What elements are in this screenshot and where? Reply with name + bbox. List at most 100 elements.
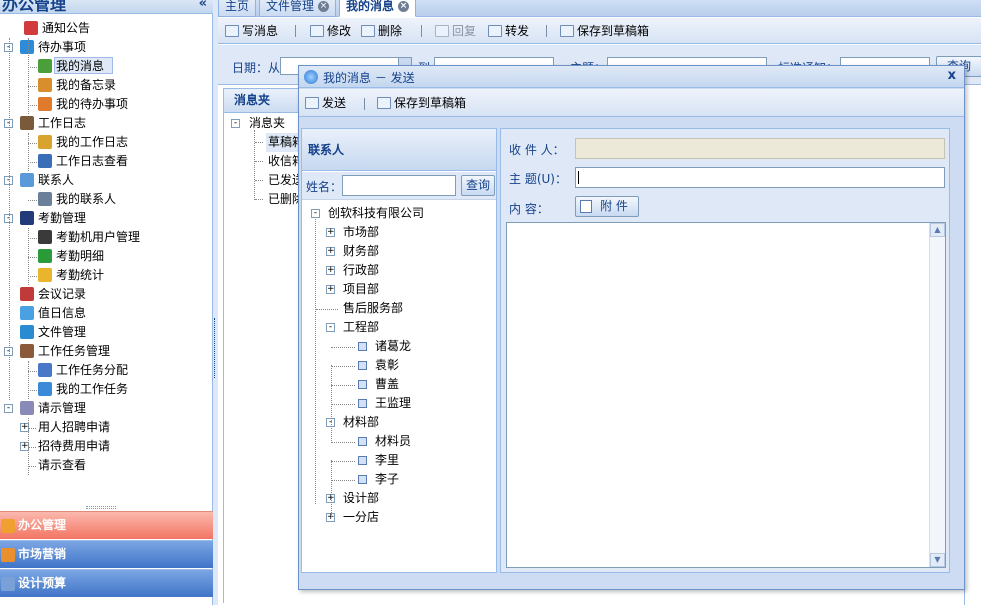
org-dept-item[interactable]: 一分店 <box>343 508 379 527</box>
splitter-grip[interactable] <box>214 318 217 378</box>
nav-tree-item[interactable]: 考勤统计 <box>56 266 104 285</box>
org-person-item[interactable]: 李子 <box>358 470 399 489</box>
expand-toggle[interactable]: - <box>311 209 320 218</box>
attach-button[interactable]: 附 件 <box>575 196 639 217</box>
expand-toggle[interactable]: + <box>326 285 335 294</box>
assign-icon <box>38 363 52 377</box>
person-checkbox[interactable] <box>358 399 367 408</box>
dialog-save-draft-button[interactable]: 保存到草稿箱 <box>377 94 466 112</box>
nav-tree-item[interactable]: 考勤机用户管理 <box>56 228 140 247</box>
person-checkbox[interactable] <box>358 456 367 465</box>
delete-button[interactable]: 删除 <box>361 22 402 40</box>
tree-line <box>28 257 37 258</box>
close-icon[interactable]: x <box>948 68 956 83</box>
expand-toggle[interactable]: + <box>326 247 335 256</box>
nav-tree-item[interactable]: 我的消息 <box>56 57 104 76</box>
org-person-item[interactable]: 材料员 <box>358 432 411 451</box>
nav-tree-item[interactable]: 我的工作日志 <box>56 133 128 152</box>
org-person-item[interactable]: 李里 <box>358 451 399 470</box>
nav-tree-item[interactable]: 招待费用申请 <box>38 437 110 456</box>
expand-toggle[interactable]: + <box>326 266 335 275</box>
org-dept-item[interactable]: 财务部 <box>343 242 379 261</box>
tab-file-management[interactable]: 文件管理 × <box>259 0 337 17</box>
scroll-up-icon[interactable]: ▲ <box>930 223 945 237</box>
person-checkbox[interactable] <box>358 475 367 484</box>
send-button[interactable]: 发送 <box>305 94 346 112</box>
accordion-marketing[interactable]: 市场营销 <box>0 540 213 568</box>
org-person-item[interactable]: 袁彰 <box>358 356 399 375</box>
org-dept-item[interactable]: 市场部 <box>343 223 379 242</box>
content-editor[interactable]: ▲ ▼ <box>506 222 946 568</box>
org-person-label: 袁彰 <box>375 358 400 372</box>
org-dept-item[interactable]: 设计部 <box>343 489 379 508</box>
close-icon[interactable]: × <box>318 1 330 12</box>
expand-toggle[interactable]: + <box>326 228 335 237</box>
resize-grip[interactable] <box>86 506 116 509</box>
recipient-field[interactable] <box>575 138 945 159</box>
attendance-icon <box>20 211 34 225</box>
scroll-down-icon[interactable]: ▼ <box>930 553 945 567</box>
org-person-item[interactable]: 王监理 <box>358 394 411 413</box>
nav-tree-item[interactable]: 工作日志 <box>38 114 86 133</box>
org-dept-item[interactable]: 行政部 <box>343 261 379 280</box>
subject-input[interactable] <box>575 167 945 188</box>
expand-toggle[interactable]: - <box>4 404 13 413</box>
org-dept-item[interactable]: 工程部 <box>343 318 379 337</box>
save-draft-button[interactable]: 保存到草稿箱 <box>560 22 649 40</box>
nav-tree-item[interactable]: 工作日志查看 <box>56 152 128 171</box>
org-dept-item[interactable]: 材料部 <box>343 413 379 432</box>
tab-my-messages[interactable]: 我的消息 × <box>339 0 417 17</box>
nav-tree-item[interactable]: 工作任务分配 <box>56 361 128 380</box>
forward-button[interactable]: 转发 <box>488 22 529 40</box>
tree-line <box>28 133 29 171</box>
accordion-design-budget[interactable]: 设计预算 <box>0 569 213 597</box>
person-checkbox[interactable] <box>358 361 367 370</box>
org-dept-item[interactable]: 售后服务部 <box>343 299 403 318</box>
org-person-item[interactable]: 曹盖 <box>358 375 399 394</box>
tab-home[interactable]: 主页 <box>218 0 257 17</box>
nav-tree-item[interactable]: 联系人 <box>38 171 74 190</box>
nav-tree-item[interactable]: 用人招聘申请 <box>38 418 110 437</box>
tree-line <box>331 461 355 462</box>
org-person-label: 李里 <box>375 453 400 467</box>
org-dept-item[interactable]: 项目部 <box>343 280 379 299</box>
collapse-toggle[interactable]: - <box>231 119 240 128</box>
nav-tree-item[interactable]: 我的待办事项 <box>56 95 128 114</box>
nav-tree-item[interactable]: 值日信息 <box>38 304 86 323</box>
person-checkbox[interactable] <box>358 342 367 351</box>
org-person-item[interactable]: 诸葛龙 <box>358 337 411 356</box>
nav-tree-item[interactable]: 工作任务管理 <box>38 342 110 361</box>
nav-tree-item[interactable]: 请示查看 <box>38 456 86 475</box>
org-tree-root[interactable]: 创软科技有限公司 <box>328 204 424 223</box>
expand-toggle[interactable]: - <box>326 323 335 332</box>
nav-tree-item[interactable]: 我的联系人 <box>56 190 116 209</box>
collapse-icon[interactable]: « <box>199 0 207 11</box>
dialog-toolbar: 发送 保存到草稿箱 <box>299 89 964 117</box>
tree-line <box>255 142 263 143</box>
edit-button[interactable]: 修改 <box>310 22 351 40</box>
tree-line <box>28 228 29 285</box>
write-message-button[interactable]: 写消息 <box>225 22 278 40</box>
editor-scrollbar[interactable]: ▲ ▼ <box>929 223 945 567</box>
save-icon <box>377 97 391 109</box>
close-icon[interactable]: × <box>398 1 410 12</box>
name-search-input[interactable] <box>342 175 456 196</box>
nav-tree-item[interactable]: 会议记录 <box>38 285 86 304</box>
nav-tree-item[interactable]: 考勤管理 <box>38 209 86 228</box>
tree-line <box>28 371 37 372</box>
nav-tree-item[interactable]: 考勤明细 <box>56 247 104 266</box>
tree-line <box>331 480 355 481</box>
nav-tree-item[interactable]: 请示管理 <box>38 399 86 418</box>
accordion-office[interactable]: 办公管理 <box>0 511 213 539</box>
person-checkbox[interactable] <box>358 380 367 389</box>
person-checkbox[interactable] <box>358 437 367 446</box>
forward-icon <box>488 25 502 37</box>
office-icon <box>1 519 15 533</box>
nav-tree-item[interactable]: 我的备忘录 <box>56 76 116 95</box>
reply-button[interactable]: 回复 <box>435 22 476 40</box>
nav-tree-item[interactable]: 我的工作任务 <box>56 380 128 399</box>
contact-search-button[interactable]: 查询 <box>461 175 495 196</box>
nav-tree-item[interactable]: 文件管理 <box>38 323 86 342</box>
nav-tree-item[interactable]: 通知公告 <box>42 19 90 38</box>
nav-tree-item[interactable]: 待办事项 <box>38 38 86 57</box>
